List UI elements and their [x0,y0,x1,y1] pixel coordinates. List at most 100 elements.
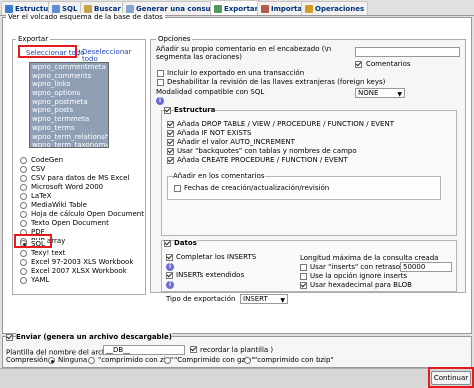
hex-blob-label: Usar hexadecimal para BLOB [310,281,412,289]
format-label: Excel 2007 XLSX Workbook [31,267,127,275]
format-radio-yaml[interactable] [20,277,27,284]
format-label: MediaWiki Table [31,201,88,209]
format-radio-mediawiki[interactable] [20,202,27,209]
fk-label: Deshabilitar la revisión de las llaves e… [167,78,386,86]
tab-label: Generar una consulta [136,4,221,13]
format-radio-codegen[interactable] [20,157,27,164]
comentarios-label: Comentarios [366,60,411,68]
format-radio-texy[interactable] [20,250,27,257]
comment-input[interactable] [355,47,460,57]
compression-option-label: "comprimido con bzip" [254,356,334,364]
highlight-select-all [18,45,77,58]
format-label: YAML [31,276,50,284]
listbox-option[interactable]: wpno_terms [30,124,108,133]
format-radio-odt[interactable] [20,220,27,227]
ignore-inserts-checkbox[interactable] [300,273,307,280]
format-radio-csv[interactable] [20,166,27,173]
tab-operaciones[interactable]: Operaciones [301,1,369,15]
ignore-inserts-label: Use la opción ignore inserts [310,272,408,280]
info-icon[interactable]: i [166,263,174,271]
if-not-exists-label: Añada IF NOT EXISTS [177,129,252,137]
auto-increment-checkbox[interactable] [167,139,174,146]
listbox-option[interactable]: wpno_postmeta [30,98,108,107]
deselect-all-link[interactable]: Deseleccionar todo [82,49,132,63]
tab-label: SQL [62,4,78,13]
delayed-inserts-checkbox[interactable] [300,264,307,271]
listbox-option[interactable]: wpno_termmeta [30,115,108,124]
template-input[interactable]: __DB__ [103,345,185,355]
export-type-value: INSERT [243,295,268,303]
max-length-label: Longitud máxima de la consulta creada [300,254,439,262]
remember-template-label: recordar la plantilla ) [200,346,274,354]
data-legend: Datos [174,239,197,247]
structure-legend: Estructura [174,106,216,114]
export-icon [214,4,222,13]
format-radio-xls[interactable] [20,259,27,266]
tab-exportar[interactable]: Exportar [210,0,263,16]
dates-checkbox[interactable] [174,185,181,192]
data-checkbox[interactable] [164,240,171,247]
max-length-input[interactable]: 50000 [400,262,452,272]
format-label: Microsoft Word 2000 [31,183,104,191]
extended-inserts-checkbox[interactable] [166,272,173,279]
format-label: Texy! text [31,249,66,257]
listbox-option[interactable]: wpno_term_relationships [30,133,108,142]
complete-inserts-checkbox[interactable] [166,254,173,261]
format-label: CodeGen [31,156,64,164]
tables-listbox[interactable]: wpno_commentmeta wpno_comments wpno_link… [29,62,109,148]
export-type-label: Tipo de exportación [166,295,236,303]
hex-blob-checkbox[interactable] [300,282,307,289]
format-label: CSV [31,165,46,173]
transaction-label: Incluir lo exportado en una transacción [167,69,305,77]
transaction-checkbox[interactable] [157,70,164,77]
listbox-option[interactable]: wpno_options [30,89,108,98]
compression-option-label: "comprimido con zip" [98,356,174,364]
if-not-exists-checkbox[interactable] [167,130,174,137]
backquotes-checkbox[interactable] [167,148,174,155]
compression-radio-zip[interactable] [88,357,95,364]
compat-select[interactable]: NONE ▼ [355,88,405,98]
format-radio-xlsx[interactable] [20,268,27,275]
listbox-option[interactable]: wpno_comments [30,72,108,81]
chevron-down-icon: ▼ [280,297,285,304]
chevron-down-icon: ▼ [397,91,402,98]
sql-icon [52,4,60,13]
listbox-option[interactable]: wpno_links [30,80,108,89]
format-radio-word[interactable] [20,184,27,191]
info-icon[interactable]: i [166,281,174,289]
format-label: Excel 97-2003 XLS Workbook [31,258,134,266]
structure-checkbox[interactable] [164,107,171,114]
listbox-option[interactable]: wpno_posts [30,106,108,115]
export-type-select[interactable]: INSERT ▼ [240,294,288,304]
comentarios-checkbox[interactable] [355,61,362,68]
comment-label: Añadir su propio comentario en el encabe… [156,45,332,61]
main-legend: Ver el volcado esquema de la base de dat… [6,13,165,21]
highlight-sql [14,234,52,248]
query-icon [126,4,134,13]
remember-template-checkbox[interactable] [190,346,197,353]
table-icon [5,4,13,13]
format-label: Hoja de cálculo Open Document [31,210,144,218]
info-icon[interactable]: i [156,97,164,105]
button-bar [0,368,474,388]
listbox-option[interactable]: wpno_commentmeta [30,63,108,72]
format-radio-csv-excel[interactable] [20,175,27,182]
delayed-inserts-label: Usar "inserts" con retraso [310,263,401,271]
download-checkbox[interactable] [6,334,13,341]
compression-radio-bzip[interactable] [244,357,251,364]
format-radio-ods[interactable] [20,211,27,218]
compression-radio-gzip[interactable] [164,357,171,364]
create-procedure-checkbox[interactable] [167,157,174,164]
compat-label: Modalidad compatible con SQL [156,88,265,96]
fk-checkbox[interactable] [157,79,164,86]
drop-table-checkbox[interactable] [167,121,174,128]
link-separator: / [78,49,81,57]
complete-inserts-label: Completar los INSERTS [176,253,257,261]
listbox-option[interactable]: wpno_term_taxonomy [30,141,108,147]
compression-radio-none[interactable] [48,357,55,364]
format-radio-latex[interactable] [20,193,27,200]
auto-increment-label: Añadir el valor AUTO_INCREMENT [177,138,295,146]
highlight-continue [428,367,474,388]
comments-legend: Añadir en los comentarios [173,172,265,180]
search-icon [84,4,92,13]
